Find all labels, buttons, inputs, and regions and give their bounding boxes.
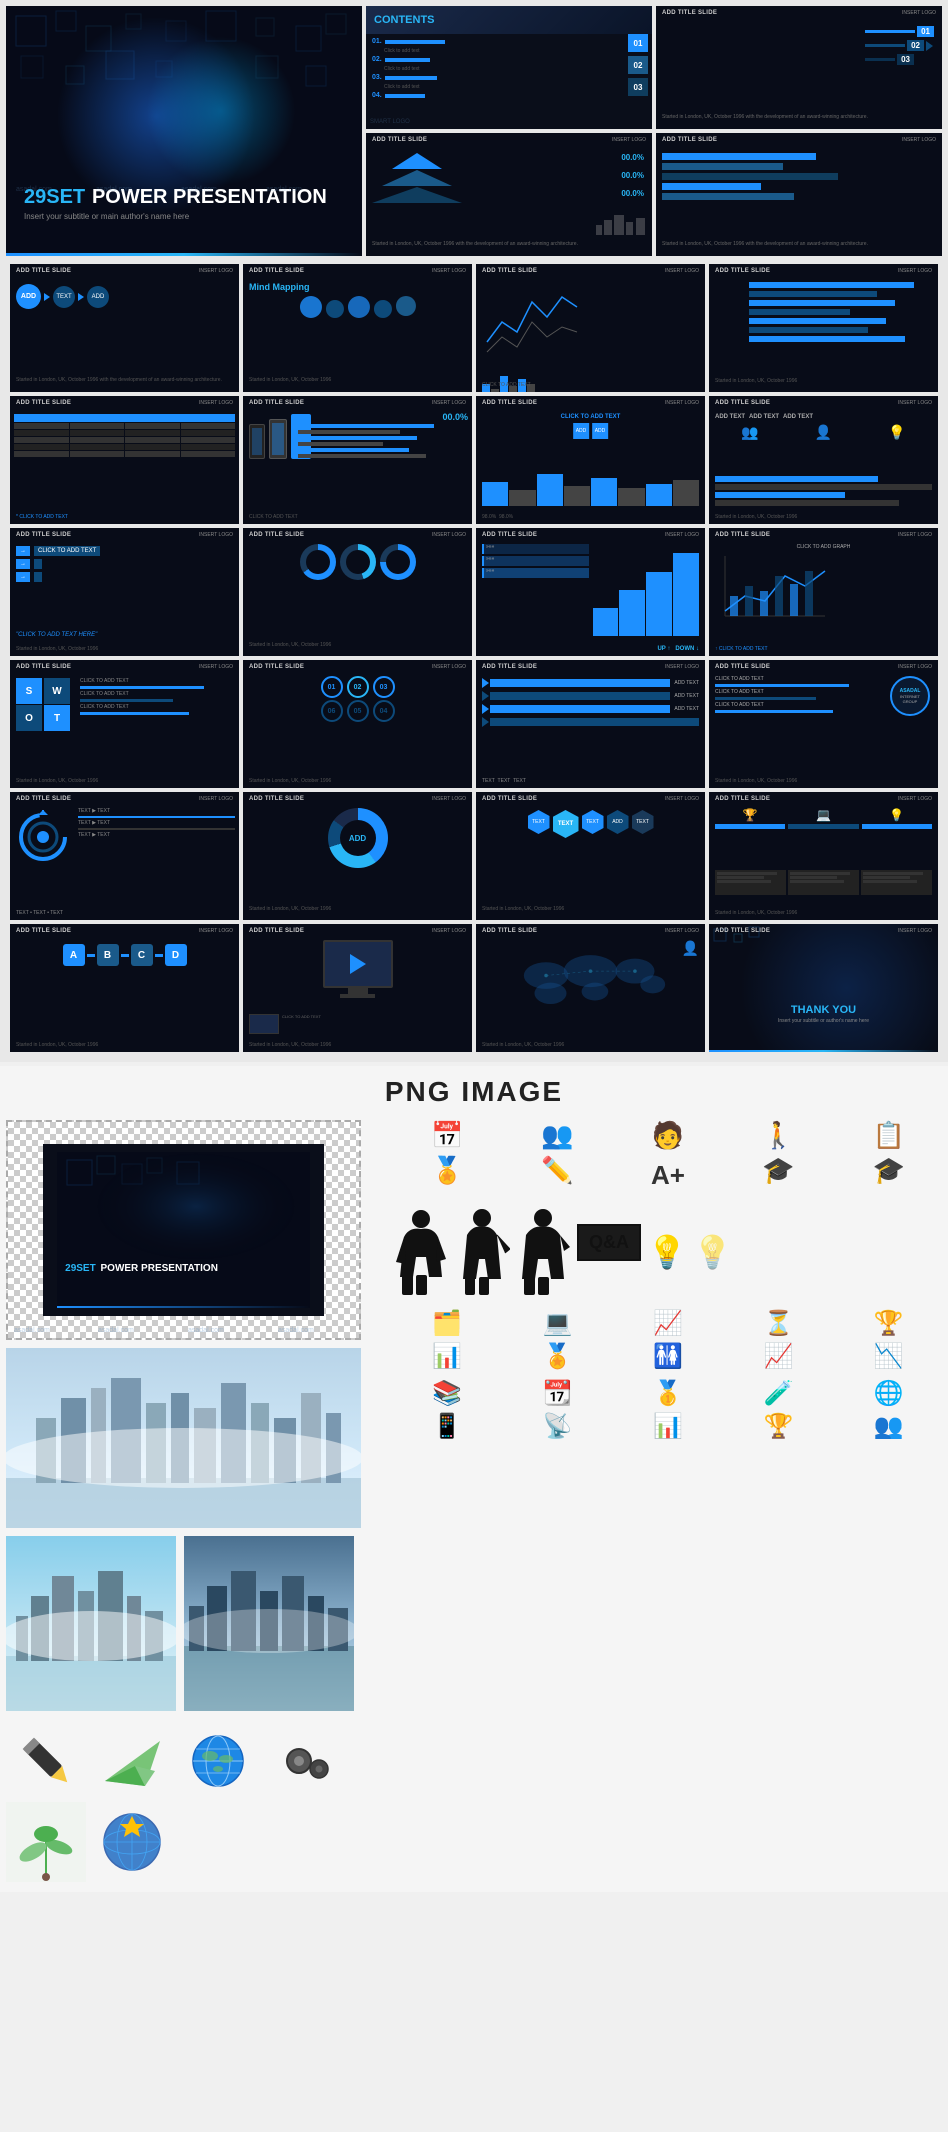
globe-obj — [178, 1723, 258, 1798]
swot-slide: ADD TITLE SLIDE INSERT LOGO S W O T CLIC… — [10, 660, 239, 788]
trophy2-icon: 🏆 — [725, 1412, 831, 1441]
donut-slide: ADD TITLE SLIDE INSERT LOGO Started in L… — [243, 528, 472, 656]
presentation-title: POWER PRESENTATION — [92, 186, 327, 208]
arrows-slide: ADD TITLE SLIDE INSERT LOGO ADD TEXT ADD… — [476, 660, 705, 788]
chart-bar-icon: 📊 — [394, 1342, 500, 1371]
city-image-3 — [184, 1536, 354, 1711]
laptop-icon: 💻 — [504, 1309, 610, 1338]
wheels-slide: ADD TITLE SLIDE INSERT LOGO 01 02 03 06 … — [243, 660, 472, 788]
main-container: asadal.com asadal.com asadal.com asadal.… — [0, 0, 948, 1892]
phone-slide: ADD TITLE SLIDE INSERT LOGO 00.0% — [243, 396, 472, 524]
objects-row — [6, 1723, 386, 1798]
plant-obj — [6, 1802, 86, 1882]
hbars-slide: ADD TITLE SLIDE INSERT LOGO Started in L… — [656, 133, 942, 256]
person-silhouette-3 — [516, 1207, 571, 1297]
phone-icon: 📱 — [394, 1412, 500, 1441]
circular-slide: ADD TITLE SLIDE INSERT LOGO TEXT ▶ TEXT — [10, 792, 239, 920]
png-right: 📅 👥 🧑 🚶 📋 🏅 ✏️ A+ 🎓 🎓 — [394, 1120, 942, 1882]
title-slide-big: asadal.com asadal.com asadal.com asadal.… — [6, 6, 362, 256]
png-title: PNG IMAGE — [6, 1076, 942, 1108]
png-left: 29SET POWER PRESENTATION asadal.com asad… — [6, 1120, 386, 1882]
people-group-icon: 👥 — [504, 1120, 610, 1151]
lightbulb-icon: 💡 — [647, 1233, 687, 1271]
numbered-slide: ADD TITLE SLIDE INSERT LOGO 01 02 — [656, 6, 942, 129]
person-walk-icon: 🚶 — [725, 1120, 831, 1151]
medal-icon: 🏅 — [394, 1155, 500, 1195]
checker-preview: 29SET POWER PRESENTATION asadal.com asad… — [6, 1120, 361, 1340]
pyramid-slide: ADD TITLE SLIDE INSERT LOGO 00.0% 00.0% … — [366, 133, 652, 256]
circle-chart-slide: ADD TITLE SLIDE INSERT LOGO ADD Started … — [243, 792, 472, 920]
paper-plane-obj — [92, 1723, 172, 1798]
bottom-icon-grid: 📚 📆 🥇 🧪 🌐 📱 📡 📊 🏆 👥 — [394, 1379, 942, 1441]
pencil-obj — [6, 1723, 86, 1798]
thankyou-slide: ADD TITLE SLIDE INSERT LOGO THANK YOU In… — [709, 924, 938, 1052]
lock-slide: ADD TITLE SLIDE INSERT LOGO → CLICK TO A… — [10, 528, 239, 656]
row1: asadal.com asadal.com asadal.com asadal.… — [6, 6, 942, 256]
silhouette-row: Q&A 💡 💡 — [394, 1203, 942, 1301]
contents-slide: CONTENTS 01. Click to add text 02. Click… — [366, 6, 652, 129]
flask-icon: 🧪 — [725, 1379, 831, 1408]
person-gender-icon: 🚻 — [615, 1342, 721, 1371]
pencil-icon: ✏️ — [504, 1155, 610, 1195]
calendar-check-icon: 📆 — [504, 1379, 610, 1408]
book-icon: 📚 — [394, 1379, 500, 1408]
city-image-1 — [6, 1348, 361, 1528]
plant-row — [6, 1802, 386, 1882]
certificate-icon: 🏅 — [504, 1342, 610, 1371]
updown-slide: ADD TITLE SLIDE INSERT LOGO »»» »»» »»» — [476, 528, 705, 656]
grade-a-icon: A+ — [615, 1155, 721, 1195]
chart3-icon: 📊 — [615, 1412, 721, 1441]
flow-slide: ADD TITLE SLIDE INSERT LOGO ADD TEXT ADD… — [10, 264, 239, 392]
slides-section: asadal.com asadal.com asadal.com asadal.… — [0, 0, 948, 1062]
chart-mixed-icon: 📉 — [836, 1342, 942, 1371]
monitor-slide: ADD TITLE SLIDE INSERT LOGO CLICK TO ADD… — [243, 924, 472, 1052]
org-chart-icon: 🗂️ — [394, 1309, 500, 1338]
hourglass-icon: ⏳ — [725, 1309, 831, 1338]
graph-slide: ADD TITLE SLIDE INSERT LOGO CLICK TO ADD… — [709, 528, 938, 656]
chart-up-icon: 📈 — [615, 1309, 721, 1338]
mid-icon-grid: 🗂️ 💻 📈 ⏳ 🏆 📊 🏅 🚻 📈 📉 — [394, 1309, 942, 1371]
worldmap-slide: ADD TITLE SLIDE INSERT LOGO — [476, 924, 705, 1052]
lightbulb-outline-icon: 💡 — [693, 1233, 733, 1271]
hexagons-slide: ADD TITLE SLIDE INSERT LOGO TEXT TEXT TE… — [476, 792, 705, 920]
chart-slide: ADD TITLE SLIDE INSERT LOGO — [476, 264, 705, 392]
subtitle: Insert your subtitle or main author's na… — [24, 212, 327, 221]
person-icon: 🧑 — [615, 1120, 721, 1151]
person-silhouette-1 — [394, 1207, 449, 1297]
wifi-icon: 📡 — [504, 1412, 610, 1441]
gears-obj — [264, 1723, 344, 1798]
presentation-icon: 📋 — [836, 1120, 942, 1151]
people3-icon: 👥 — [836, 1412, 942, 1441]
cap-icon: 🎓 — [836, 1155, 942, 1195]
hbars2-slide: ADD TITLE SLIDE INSERT LOGO Started in L… — [709, 264, 938, 392]
slides-grid: ADD TITLE SLIDE INSERT LOGO ADD TEXT ADD… — [6, 260, 942, 1056]
set-number: 29SET — [24, 186, 85, 208]
abcd-slide: ADD TITLE SLIDE INSERT LOGO A B C D Star… — [10, 924, 239, 1052]
network-obj — [92, 1802, 172, 1882]
trophy-icon: 🏆 — [836, 1309, 942, 1338]
icon-bars-slide: ADD TITLE SLIDE INSERT LOGO 🏆 💻 💡 — [709, 792, 938, 920]
top-icon-grid: 📅 👥 🧑 🚶 📋 🏅 ✏️ A+ 🎓 🎓 — [394, 1120, 942, 1195]
person-silhouette-2 — [455, 1207, 510, 1297]
funnel-slide: ADD TITLE SLIDE INSERT LOGO CLICK TO ADD… — [476, 396, 705, 524]
trend-up-icon: 📈 — [725, 1342, 831, 1371]
graduation-icon: 🎓 — [725, 1155, 831, 1195]
mindmap-slide: ADD TITLE SLIDE INSERT LOGO Mind Mapping… — [243, 264, 472, 392]
table-slide: ADD TITLE SLIDE INSERT LOGO * CLICK TO A… — [10, 396, 239, 524]
qa-box: Q&A — [577, 1224, 641, 1261]
icons-grid-slide: ADD TITLE SLIDE INSERT LOGO ADD TEXT ADD… — [709, 396, 938, 524]
internet-slide: ADD TITLE SLIDE INSERT LOGO ASADAL INTER… — [709, 660, 938, 788]
podium-icon: 🥇 — [615, 1379, 721, 1408]
globe-icon: 🌐 — [836, 1379, 942, 1408]
png-section: PNG IMAGE — [0, 1066, 948, 1892]
calendar-icon: 📅 — [394, 1120, 500, 1151]
city-image-2 — [6, 1536, 176, 1711]
